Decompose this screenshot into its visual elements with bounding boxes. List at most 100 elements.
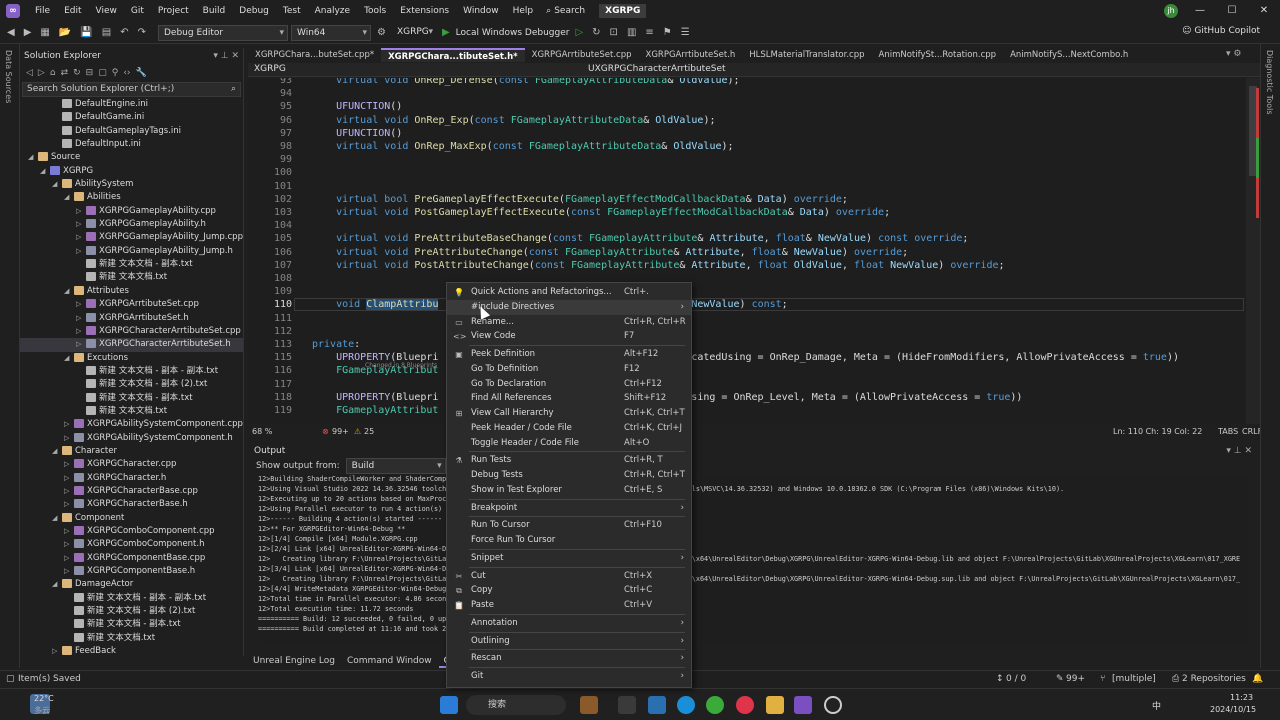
tree-item[interactable]: 新建 文本文档 - 副本.txt: [20, 618, 243, 631]
context-menu-item[interactable]: ✂ Cut Ctrl+X: [447, 569, 691, 584]
context-menu-item[interactable]: ⊞ View Call Hierarchy Ctrl+K, Ctrl+T: [447, 406, 691, 421]
tree-item[interactable]: ▷ XGRPGCharacterArrtibuteSet.h: [20, 338, 243, 352]
tree-item[interactable]: 新建 文本文档 - 副本.txt: [20, 258, 243, 271]
app-icon-1[interactable]: [648, 696, 666, 714]
editor-tab[interactable]: AnimNotifySt...Rotation.cpp: [872, 48, 1004, 62]
output-text[interactable]: 12>Building ShaderCompileWorker and Shad…: [258, 474, 1248, 642]
save-icon[interactable]: 💾: [77, 27, 95, 38]
data-sources-tab[interactable]: Data Sources: [4, 50, 13, 103]
menu-edit[interactable]: Edit: [57, 6, 88, 16]
tree-item[interactable]: ▷ XGRPGCharacterBase.h: [20, 498, 243, 511]
tree-item[interactable]: ▷ XGRPGCharacterArrtibuteSet.cpp: [20, 325, 243, 338]
code-line[interactable]: 96 virtual void OnRep_Exp(const FGamepla…: [248, 114, 1248, 127]
tree-item[interactable]: 新建 文本文档.txt: [20, 405, 243, 418]
tree-item[interactable]: DefaultGame.ini: [20, 111, 243, 124]
output-source-select[interactable]: Build: [345, 458, 446, 474]
start-without-debugging-icon[interactable]: ▷: [572, 27, 586, 38]
browse-icon[interactable]: ⊡: [607, 27, 621, 38]
tree-item[interactable]: ▷ XGRPGCharacterBase.cpp: [20, 485, 243, 498]
minimize-button[interactable]: —: [1184, 0, 1216, 22]
visual-studio-taskbar-icon[interactable]: [794, 696, 812, 714]
code-line[interactable]: 97 UFUNCTION(): [248, 127, 1248, 140]
save-all-icon[interactable]: ▤: [99, 27, 114, 38]
bottom-tab[interactable]: Command Window: [342, 654, 437, 668]
wechat-icon[interactable]: [706, 696, 724, 714]
open-icon[interactable]: 📂: [56, 27, 74, 38]
code-editor[interactable]: 93 virtual void OnRep_Defense(const FGam…: [248, 78, 1260, 424]
expander-icon[interactable]: ▷: [64, 538, 74, 551]
code-line[interactable]: 98 virtual void OnRep_MaxExp(const FGame…: [248, 140, 1248, 153]
expander-icon[interactable]: ▷: [64, 552, 74, 565]
tree-item[interactable]: DefaultGameplayTags.ini: [20, 125, 243, 138]
filter-icon[interactable]: ⚲: [112, 68, 119, 78]
expander-icon[interactable]: ▷: [64, 418, 74, 431]
expander-icon[interactable]: ◢: [52, 445, 62, 458]
tree-item[interactable]: 新建 文本文档 - 副本 (2).txt: [20, 378, 243, 391]
dropdown-icon[interactable]: ▾: [213, 51, 218, 61]
context-menu-item[interactable]: <> View Code F7: [447, 329, 691, 344]
clock-time[interactable]: 11:23: [1230, 693, 1253, 702]
menu-help[interactable]: Help: [506, 6, 541, 16]
context-menu-item[interactable]: 💡 Quick Actions and Refactorings... Ctrl+.: [447, 285, 691, 300]
menu-view[interactable]: View: [89, 6, 124, 16]
indent-mode[interactable]: TABS: [1218, 427, 1238, 436]
bottom-tab[interactable]: Unreal Engine Log: [248, 654, 340, 668]
expander-icon[interactable]: ◢: [52, 512, 62, 525]
git-branch[interactable]: [multiple]: [1112, 674, 1156, 684]
view-code-icon[interactable]: ‹›: [123, 68, 130, 78]
properties-icon[interactable]: 🔧: [136, 68, 147, 78]
tree-item[interactable]: ▷ XGRPGCharacter.cpp: [20, 458, 243, 471]
tree-item[interactable]: ▷ XGRPGGameplayAbility.h: [20, 218, 243, 231]
maximize-button[interactable]: ☐: [1216, 0, 1248, 22]
tree-item[interactable]: ▷ XGRPGArrtibuteSet.cpp: [20, 298, 243, 311]
error-count[interactable]: 99+: [332, 427, 349, 436]
code-line[interactable]: 116 FGameplayAttribut: [248, 364, 1248, 377]
code-line[interactable]: 109: [248, 285, 1248, 298]
expander-icon[interactable]: ▷: [76, 245, 86, 258]
startup-project-select[interactable]: XGRPG: [392, 25, 436, 41]
tree-item[interactable]: ▷ XGRPGGameplayAbility_Jump.cpp: [20, 231, 243, 244]
code-line[interactable]: 111: [248, 312, 1248, 325]
code-line[interactable]: 105 virtual void PreAttributeBaseChange(…: [248, 232, 1248, 245]
tree-item[interactable]: ◢ Character: [20, 445, 243, 458]
context-menu-item[interactable]: Snippet ›: [447, 551, 691, 566]
menu-file[interactable]: File: [28, 6, 57, 16]
expander-icon[interactable]: ▷: [76, 218, 86, 231]
code-line[interactable]: 101: [248, 180, 1248, 193]
code-line[interactable]: 110 void ClampAttribu , float& NewValue)…: [248, 298, 1248, 311]
close-button[interactable]: ✕: [1248, 0, 1280, 22]
context-menu-item[interactable]: Annotation ›: [447, 616, 691, 631]
solution-search-input[interactable]: Search Solution Explorer (Ctrl+;) ⌕: [22, 82, 241, 97]
editor-scrollbar[interactable]: [1246, 78, 1260, 424]
tree-item[interactable]: ▷ XGRPGArrtibuteSet.h: [20, 312, 243, 325]
show-all-files-icon[interactable]: ▢: [98, 68, 107, 78]
netease-icon[interactable]: [736, 696, 754, 714]
editor-tab[interactable]: HLSLMaterialTranslator.cpp: [742, 48, 871, 62]
menu-build[interactable]: Build: [196, 6, 233, 16]
expander-icon[interactable]: ▷: [64, 485, 74, 498]
tree-item[interactable]: 新建 文本文档 - 副本 - 副本.txt: [20, 365, 243, 378]
obs-icon[interactable]: [824, 696, 842, 714]
tab-overflow-icon[interactable]: ▾ ⚙: [1226, 49, 1241, 59]
git-changes[interactable]: 0 / 0: [1006, 674, 1026, 684]
expander-icon[interactable]: ▷: [76, 205, 86, 218]
code-line[interactable]: 103 virtual void PostGameplayEffectExecu…: [248, 206, 1248, 219]
output-panel-controls[interactable]: ▾ ⊥ ✕: [1226, 444, 1252, 458]
close-icon[interactable]: ✕: [231, 51, 239, 61]
expander-icon[interactable]: ▷: [76, 298, 86, 311]
menu-debug[interactable]: Debug: [232, 6, 276, 16]
code-line[interactable]: 108: [248, 272, 1248, 285]
tree-item[interactable]: 新建 文本文档.txt: [20, 632, 243, 645]
tree-item[interactable]: 新建 文本文档 - 副本.txt: [20, 392, 243, 405]
redo-icon[interactable]: ↷: [135, 27, 149, 38]
status-errors[interactable]: 99+: [1066, 674, 1085, 684]
notifications-icon[interactable]: 🔔: [1252, 674, 1263, 684]
diagnostic-tools-tab[interactable]: Diagnostic Tools: [1265, 50, 1274, 115]
github-copilot-button[interactable]: ☺ GitHub Copilot: [1182, 26, 1260, 36]
menu-tools[interactable]: Tools: [357, 6, 393, 16]
expander-icon[interactable]: ▷: [64, 498, 74, 511]
menu-project[interactable]: Project: [151, 6, 196, 16]
menu-window[interactable]: Window: [456, 6, 506, 16]
new-item-icon[interactable]: ▦: [37, 27, 52, 38]
code-line[interactable]: 93 virtual void OnRep_Defense(const FGam…: [248, 78, 1248, 87]
